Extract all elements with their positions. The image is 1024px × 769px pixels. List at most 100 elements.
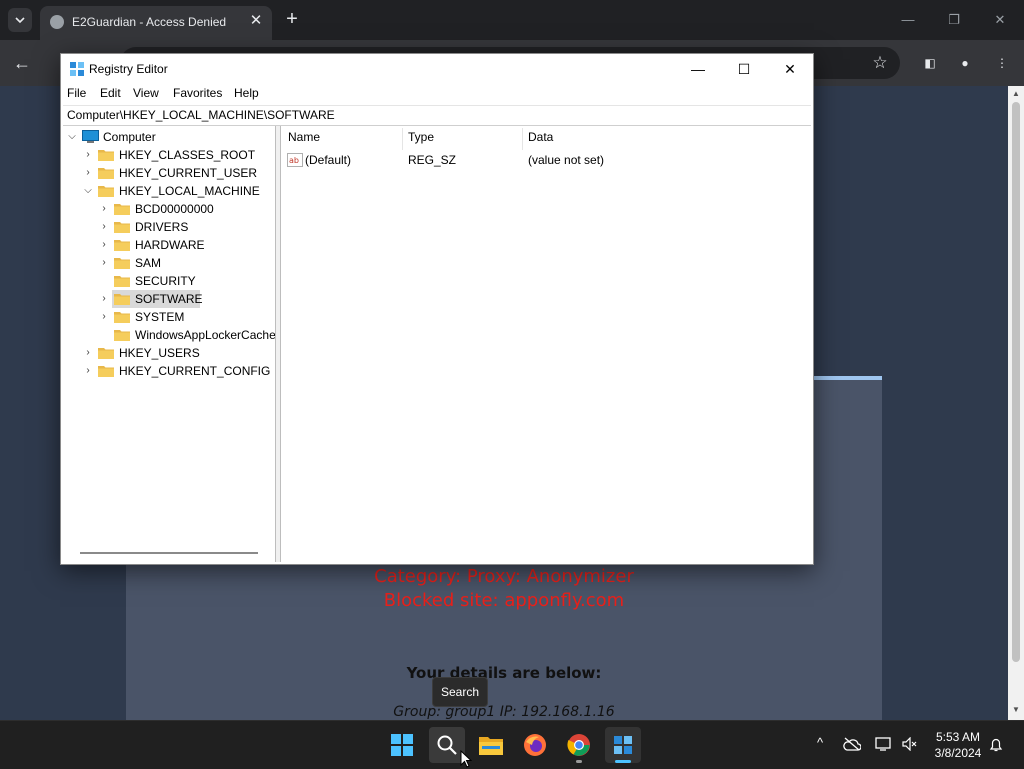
menu-edit[interactable]: Edit bbox=[100, 86, 121, 100]
bookmark-star-icon[interactable]: ☆ bbox=[868, 51, 892, 75]
folder-icon bbox=[98, 168, 114, 179]
blocked-site: Blocked site: apponfly.com bbox=[383, 590, 625, 611]
computer-icon bbox=[82, 130, 99, 143]
column-separator[interactable] bbox=[402, 128, 403, 150]
running-indicator bbox=[576, 760, 582, 763]
chevron-right-icon[interactable]: › bbox=[98, 220, 110, 234]
folder-icon bbox=[114, 312, 130, 323]
browser-minimize-button[interactable]: — bbox=[896, 8, 920, 32]
firefox-button[interactable] bbox=[517, 727, 553, 763]
tree-node-hkey-local-machine[interactable]: ⌵ HKEY_LOCAL_MACHINE bbox=[62, 182, 275, 200]
values-list[interactable]: Name Type Data ab (Default) REG_SZ (valu… bbox=[281, 126, 811, 562]
registry-editor-window: Registry Editor — ☐ ✕ File Edit View Fav… bbox=[60, 53, 814, 565]
regedit-close-button[interactable]: ✕ bbox=[767, 54, 813, 84]
tree-node-hardware[interactable]: › HARDWARE bbox=[62, 236, 275, 254]
side-panel-icon[interactable]: ◧ bbox=[918, 51, 942, 75]
registry-editor-taskbar-button[interactable] bbox=[605, 727, 641, 763]
window-title: Registry Editor bbox=[89, 62, 168, 76]
tab-title: E2Guardian - Access Denied bbox=[72, 15, 227, 29]
globe-icon bbox=[50, 15, 64, 29]
column-header-name[interactable]: Name bbox=[288, 130, 320, 148]
file-explorer-button[interactable] bbox=[473, 727, 509, 763]
tree-node-drivers[interactable]: › DRIVERS bbox=[62, 218, 275, 236]
chevron-right-icon[interactable]: › bbox=[98, 238, 110, 252]
details-line: Group: group1 IP: 192.168.1.16 bbox=[393, 704, 615, 720]
profile-icon[interactable]: ● bbox=[953, 51, 977, 75]
chevron-right-icon[interactable]: › bbox=[82, 364, 94, 378]
tree-node-hkey-current-config[interactable]: › HKEY_CURRENT_CONFIG bbox=[62, 362, 275, 380]
tree-node-computer[interactable]: ⌵ Computer bbox=[62, 128, 275, 146]
menu-bar: File Edit View Favorites Help bbox=[61, 84, 813, 104]
folder-icon bbox=[98, 150, 114, 161]
scroll-up-arrow-icon[interactable]: ▲ bbox=[1008, 88, 1024, 100]
show-hidden-icons-chevron[interactable]: ^ bbox=[812, 735, 828, 750]
key-tree[interactable]: ⌵ Computer › HKEY_CLASSES_ROOT › HKEY_CU… bbox=[62, 126, 276, 562]
registry-editor-titlebar[interactable]: Registry Editor — ☐ ✕ bbox=[61, 54, 813, 84]
folder-icon bbox=[114, 258, 130, 269]
string-value-icon: ab bbox=[287, 153, 303, 167]
chevron-right-icon[interactable]: › bbox=[82, 166, 94, 180]
value-row[interactable]: ab (Default) REG_SZ (value not set) bbox=[281, 150, 811, 170]
folder-icon bbox=[98, 348, 114, 359]
search-tooltip: Search bbox=[432, 677, 488, 707]
start-button[interactable] bbox=[384, 727, 420, 763]
tree-node-system[interactable]: › SYSTEM bbox=[62, 308, 275, 326]
back-button[interactable]: ← bbox=[10, 51, 34, 75]
onedrive-icon[interactable] bbox=[843, 737, 861, 751]
tree-node-hkey-current-user[interactable]: › HKEY_CURRENT_USER bbox=[62, 164, 275, 182]
tree-node-hkey-classes-root[interactable]: › HKEY_CLASSES_ROOT bbox=[62, 146, 275, 164]
new-tab-button[interactable]: + bbox=[282, 8, 302, 32]
menu-file[interactable]: File bbox=[67, 86, 86, 100]
scrollbar-thumb[interactable] bbox=[1012, 102, 1020, 662]
column-header-type[interactable]: Type bbox=[408, 130, 434, 148]
chrome-button[interactable] bbox=[561, 727, 597, 763]
browser-close-button[interactable]: ✕ bbox=[988, 8, 1012, 32]
folder-icon bbox=[114, 276, 130, 287]
page-scrollbar[interactable]: ▲ ▼ bbox=[1008, 86, 1024, 720]
registry-editor-icon bbox=[614, 736, 632, 754]
clock-date[interactable]: 3/8/2024 bbox=[928, 746, 988, 760]
clock-time[interactable]: 5:53 AM bbox=[928, 730, 988, 744]
column-separator[interactable] bbox=[522, 128, 523, 150]
start-icon bbox=[391, 734, 413, 756]
chevron-right-icon[interactable]: › bbox=[98, 202, 110, 216]
search-icon bbox=[437, 735, 457, 755]
regedit-maximize-button[interactable]: ☐ bbox=[721, 54, 767, 84]
active-indicator bbox=[615, 760, 631, 763]
chevron-right-icon[interactable]: › bbox=[98, 292, 110, 306]
tree-node-windows-applocker-cache[interactable]: WindowsAppLockerCache bbox=[62, 326, 275, 344]
chevron-down-icon[interactable]: ⌵ bbox=[82, 184, 94, 198]
chevron-right-icon[interactable]: › bbox=[98, 256, 110, 270]
regedit-minimize-button[interactable]: — bbox=[675, 54, 721, 84]
tree-horizontal-scrollbar[interactable] bbox=[80, 552, 258, 554]
tree-node-software[interactable]: › SOFTWARE bbox=[62, 290, 275, 308]
menu-view[interactable]: View bbox=[133, 86, 159, 100]
column-header-data[interactable]: Data bbox=[528, 130, 553, 148]
tree-node-security[interactable]: SECURITY bbox=[62, 272, 275, 290]
network-icon[interactable] bbox=[875, 736, 893, 752]
address-bar[interactable]: Computer\HKEY_LOCAL_MACHINE\SOFTWARE bbox=[63, 105, 811, 126]
tab-search-button[interactable] bbox=[8, 8, 32, 32]
browser-restore-button[interactable]: ❐ bbox=[942, 8, 966, 32]
browser-tab[interactable]: E2Guardian - Access Denied ✕ bbox=[40, 6, 272, 40]
chevron-right-icon[interactable]: › bbox=[82, 346, 94, 360]
folder-icon bbox=[114, 330, 130, 341]
chevron-down-icon[interactable]: ⌵ bbox=[66, 130, 78, 144]
tree-node-sam[interactable]: › SAM bbox=[62, 254, 275, 272]
browser-menu-icon[interactable]: ⋮ bbox=[990, 51, 1014, 75]
taskbar: ^ 5:53 AM 3/8/2024 bbox=[0, 720, 1024, 769]
menu-help[interactable]: Help bbox=[234, 86, 259, 100]
tree-node-bcd[interactable]: › BCD00000000 bbox=[62, 200, 275, 218]
tab-close-button[interactable]: ✕ bbox=[246, 11, 266, 31]
chevron-right-icon[interactable]: › bbox=[98, 310, 110, 324]
selected-key-label: SOFTWARE bbox=[135, 292, 203, 306]
notification-bell-icon[interactable] bbox=[989, 737, 1003, 753]
volume-muted-icon[interactable] bbox=[902, 737, 918, 751]
scroll-down-arrow-icon[interactable]: ▼ bbox=[1008, 704, 1024, 716]
chevron-down-icon bbox=[15, 17, 25, 24]
chevron-right-icon[interactable]: › bbox=[82, 148, 94, 162]
folder-icon bbox=[98, 366, 114, 377]
menu-favorites[interactable]: Favorites bbox=[173, 86, 222, 100]
value-type: REG_SZ bbox=[408, 153, 457, 167]
tree-node-hkey-users[interactable]: › HKEY_USERS bbox=[62, 344, 275, 362]
